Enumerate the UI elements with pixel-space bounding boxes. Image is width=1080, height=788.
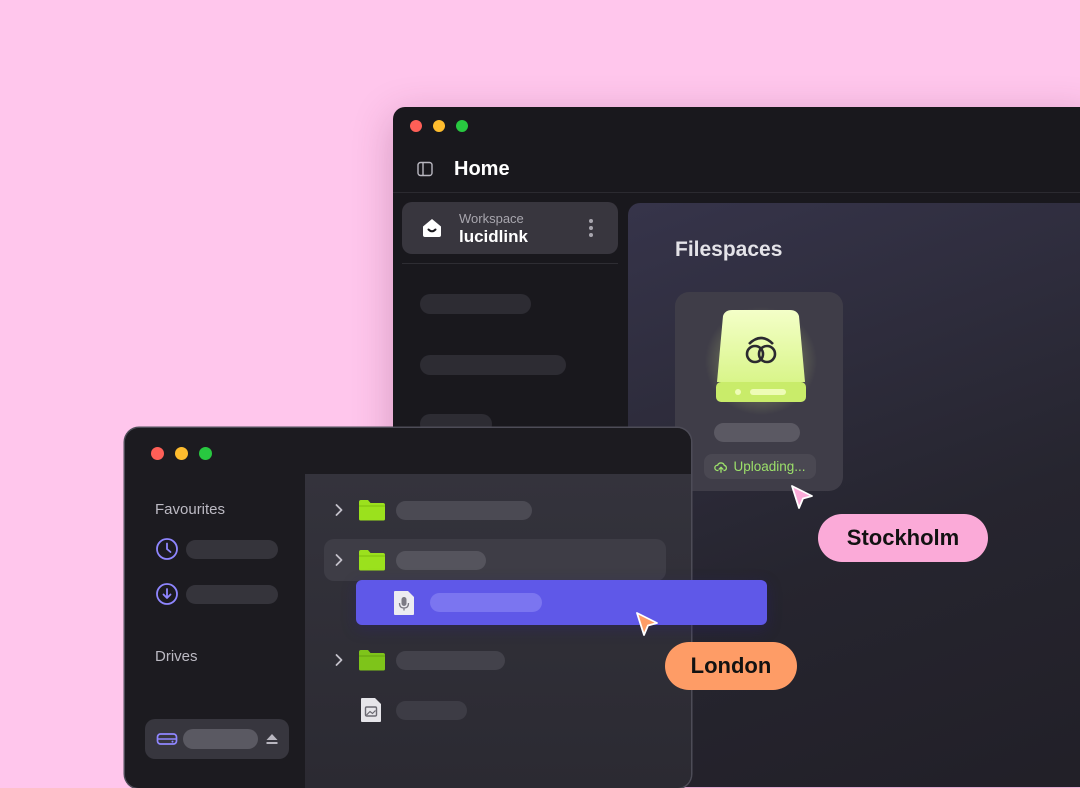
file-name-placeholder[interactable]	[396, 701, 467, 720]
upload-status-text: Uploading...	[733, 459, 806, 474]
audio-file-icon	[394, 591, 414, 615]
close-window-button[interactable]	[151, 447, 164, 460]
sidebar-toggle-icon[interactable]	[417, 161, 433, 177]
image-file-icon	[361, 698, 381, 722]
drives-heading: Drives	[155, 648, 198, 665]
chevron-right-icon[interactable]	[334, 653, 344, 667]
sidebar-divider	[402, 263, 618, 264]
drive-name-placeholder	[183, 729, 258, 749]
filespace-name-placeholder	[714, 423, 800, 442]
eject-icon[interactable]	[265, 732, 279, 746]
window-controls	[151, 447, 212, 460]
file-name-placeholder[interactable]	[396, 651, 505, 670]
drive-item[interactable]	[145, 719, 289, 759]
recents-item-placeholder[interactable]	[186, 540, 278, 559]
cloud-upload-icon	[714, 461, 728, 473]
page-title: Home	[454, 158, 510, 180]
file-browser	[305, 474, 691, 788]
file-name-placeholder[interactable]	[396, 501, 532, 520]
download-icon	[156, 583, 178, 605]
stockholm-user-label: Stockholm	[818, 514, 988, 562]
filespace-card[interactable]: Uploading...	[675, 292, 843, 491]
zoom-window-button[interactable]	[456, 120, 468, 132]
chevron-right-icon[interactable]	[334, 503, 344, 517]
window-controls	[410, 120, 468, 132]
folder-icon	[359, 650, 385, 671]
sidebar-item-placeholder[interactable]	[420, 355, 566, 375]
titlebar	[125, 428, 691, 474]
dragged-file-row[interactable]	[356, 580, 767, 625]
filespace-drive-icon	[705, 307, 817, 415]
workspace-name: lucidlink	[459, 227, 528, 246]
close-window-button[interactable]	[410, 120, 422, 132]
clock-icon	[156, 538, 178, 560]
upload-status-badge: Uploading...	[704, 454, 816, 479]
more-options-icon[interactable]	[586, 217, 596, 239]
stockholm-cursor-icon	[791, 485, 813, 509]
minimize-window-button[interactable]	[433, 120, 445, 132]
main-panel: Filespaces Uploading...	[628, 203, 1080, 787]
minimize-window-button[interactable]	[175, 447, 188, 460]
sidebar: Favourites Drives	[125, 474, 305, 788]
file-name-placeholder	[430, 593, 542, 612]
zoom-window-button[interactable]	[199, 447, 212, 460]
file-name-placeholder[interactable]	[396, 551, 486, 570]
folder-icon	[359, 500, 385, 521]
sidebar-item-placeholder[interactable]	[420, 294, 531, 314]
favourites-heading: Favourites	[155, 501, 226, 518]
hard-drive-icon	[156, 733, 178, 745]
workspace-label: Workspace	[459, 211, 524, 226]
london-cursor-icon	[636, 612, 658, 636]
folder-icon	[359, 550, 385, 571]
london-user-label: London	[665, 642, 797, 690]
workspace-home-icon	[423, 219, 441, 237]
downloads-item-placeholder[interactable]	[186, 585, 278, 604]
workspace-switcher[interactable]: Workspace lucidlink	[402, 202, 618, 254]
filespaces-heading: Filespaces	[675, 238, 783, 261]
chevron-right-icon[interactable]	[334, 553, 344, 567]
